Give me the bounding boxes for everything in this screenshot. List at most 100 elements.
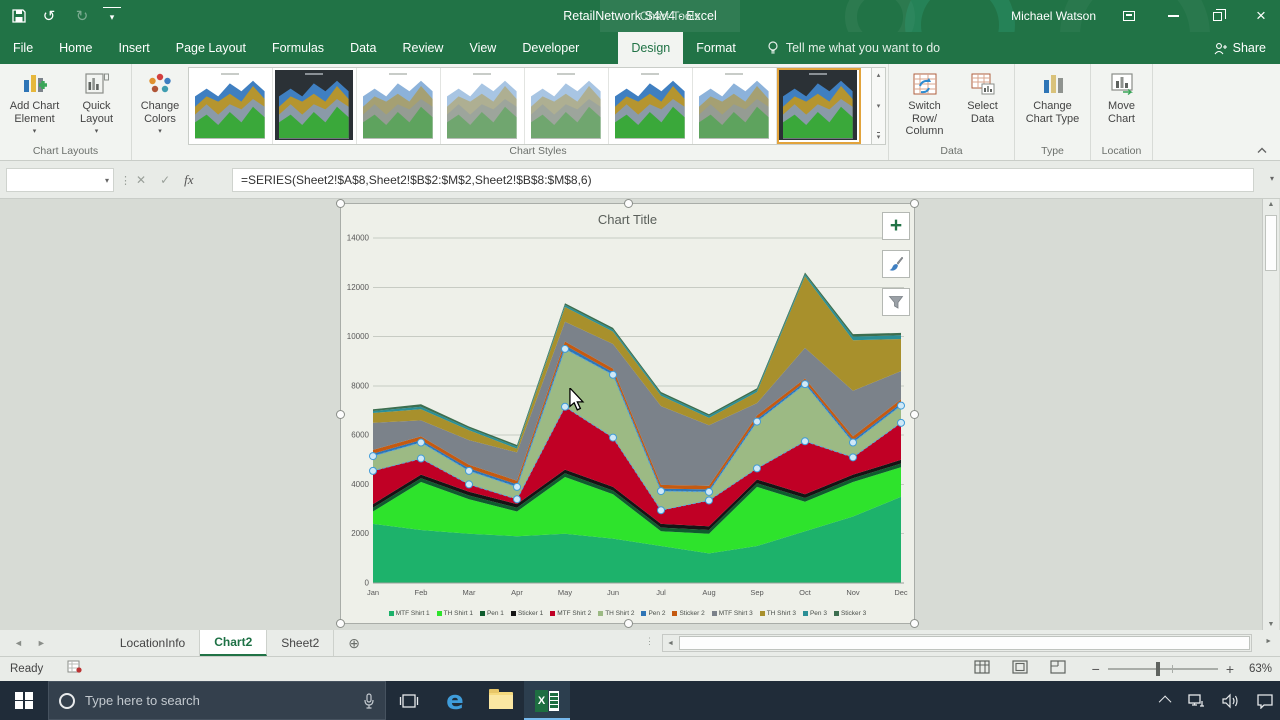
share-button[interactable]: Share: [1214, 32, 1266, 64]
chart-legend[interactable]: MTF Shirt 1 TH Shirt 1 Pen 1 Sticker 1 MTF S…: [341, 610, 914, 617]
quick-layout-button[interactable]: Quick Layout ▾: [67, 69, 127, 137]
tab-page-layout[interactable]: Page Layout: [163, 32, 259, 64]
restore-button[interactable]: [1206, 6, 1228, 26]
tab-splitter[interactable]: ⋮: [645, 636, 655, 647]
move-chart-button[interactable]: Move Chart: [1094, 69, 1150, 127]
formula-bar-collapse-icon[interactable]: ▾: [1270, 174, 1274, 183]
undo-button[interactable]: ↺: [40, 7, 58, 25]
horizontal-scrollbar[interactable]: ◄: [662, 634, 1252, 652]
taskbar-search-input[interactable]: Type here to search: [48, 681, 386, 720]
tab-view[interactable]: View: [456, 32, 509, 64]
switch-row-column-button[interactable]: Switch Row/ Column: [895, 69, 955, 140]
selection-handle[interactable]: [336, 410, 345, 419]
sheet-tab-sheet2[interactable]: Sheet2: [267, 630, 334, 656]
scroll-left-icon[interactable]: ◄: [663, 640, 678, 647]
sheet-tab-locationinfo[interactable]: LocationInfo: [106, 630, 200, 656]
file-explorer-button[interactable]: [478, 681, 524, 720]
tell-me-box[interactable]: Tell me what you want to do: [767, 32, 940, 64]
zoom-out-button[interactable]: −: [1092, 661, 1100, 677]
legend-item[interactable]: Sticker 3: [834, 610, 866, 617]
legend-item[interactable]: TH Shirt 2: [598, 610, 634, 617]
tab-data[interactable]: Data: [337, 32, 389, 64]
name-box[interactable]: ▾: [6, 168, 114, 192]
scroll-right-icon[interactable]: ►: [1265, 638, 1272, 645]
legend-item[interactable]: Pen 2: [641, 610, 665, 617]
selection-handle[interactable]: [336, 199, 345, 208]
ribbon: Add Chart Element ▾ Quick Layout ▾ Chart…: [0, 64, 1280, 161]
selection-handle[interactable]: [910, 199, 919, 208]
normal-view-icon[interactable]: [974, 660, 990, 679]
chart-filters-button[interactable]: [882, 288, 910, 316]
user-name[interactable]: Michael Watson: [1011, 9, 1096, 23]
horizontal-scroll-thumb[interactable]: [679, 636, 1250, 650]
save-icon[interactable]: [10, 7, 28, 25]
legend-item[interactable]: TH Shirt 1: [437, 610, 473, 617]
scroll-up-icon[interactable]: ▲: [1268, 201, 1275, 208]
collapse-ribbon-icon[interactable]: [1256, 146, 1268, 156]
ribbon-display-options-icon[interactable]: [1118, 6, 1140, 26]
close-button[interactable]: ×: [1250, 6, 1272, 26]
tab-format[interactable]: Format: [683, 32, 749, 64]
selection-handle[interactable]: [910, 619, 919, 628]
legend-item[interactable]: MTF Shirt 1: [389, 610, 430, 617]
tab-formulas[interactable]: Formulas: [259, 32, 337, 64]
network-icon[interactable]: [1187, 693, 1205, 709]
minimize-button[interactable]: [1162, 6, 1184, 26]
change-chart-type-button[interactable]: Change Chart Type: [1018, 69, 1088, 127]
sheet-nav-left-icon[interactable]: ◄: [14, 638, 23, 648]
scroll-down-icon[interactable]: ▼: [1268, 621, 1275, 628]
tab-design[interactable]: Design: [618, 32, 683, 64]
legend-item[interactable]: MTF Shirt 3: [712, 610, 753, 617]
sheet-tab-chart2[interactable]: Chart2: [200, 630, 267, 656]
page-break-view-icon[interactable]: [1050, 660, 1066, 679]
zoom-level[interactable]: 63%: [1242, 663, 1272, 675]
macro-record-icon[interactable]: [67, 660, 82, 678]
change-colors-button[interactable]: Change Colors ▾: [133, 69, 187, 137]
start-button[interactable]: [0, 681, 48, 720]
chart-styles-button[interactable]: [882, 250, 910, 278]
zoom-in-button[interactable]: +: [1226, 661, 1234, 677]
cancel-icon[interactable]: ✕: [136, 173, 146, 187]
name-box-dropdown-icon[interactable]: ▾: [105, 176, 109, 185]
legend-item[interactable]: Sticker 1: [511, 610, 543, 617]
enter-check-icon[interactable]: ✓: [160, 173, 170, 187]
legend-item[interactable]: Sticker 2: [672, 610, 704, 617]
insert-function-icon[interactable]: fx: [184, 172, 193, 188]
microphone-icon[interactable]: [363, 693, 375, 709]
selection-handle[interactable]: [624, 199, 633, 208]
add-chart-element-button[interactable]: Add Chart Element ▾: [5, 69, 65, 137]
formula-input[interactable]: =SERIES(Sheet2!$A$8,Sheet2!$B$2:$M$2,She…: [232, 168, 1254, 192]
customize-qat-icon[interactable]: ▾: [103, 7, 121, 25]
zoom-slider[interactable]: [1108, 668, 1218, 670]
formula-bar-splitter[interactable]: ⋮: [120, 171, 131, 189]
sheet-nav-right-icon[interactable]: ►: [37, 638, 46, 648]
redo-button[interactable]: ↻: [73, 7, 91, 25]
tab-developer[interactable]: Developer: [509, 32, 592, 64]
legend-item[interactable]: Pen 3: [803, 610, 827, 617]
tab-home[interactable]: Home: [46, 32, 105, 64]
excel-taskbar-button[interactable]: X: [524, 681, 570, 720]
legend-item[interactable]: Pen 1: [480, 610, 504, 617]
chart-elements-button[interactable]: +: [882, 212, 910, 240]
zoom-slider-thumb[interactable]: [1156, 662, 1160, 676]
selection-handle[interactable]: [624, 619, 633, 628]
legend-item[interactable]: TH Shirt 3: [760, 610, 796, 617]
selection-handle[interactable]: [910, 410, 919, 419]
vertical-scroll-thumb[interactable]: [1265, 215, 1277, 271]
action-center-icon[interactable]: [1256, 693, 1274, 709]
tab-file[interactable]: File: [0, 32, 46, 64]
legend-swatch: [672, 611, 677, 616]
selection-handle[interactable]: [336, 619, 345, 628]
new-sheet-button[interactable]: ⊕: [334, 630, 374, 656]
volume-icon[interactable]: [1221, 693, 1240, 709]
vertical-scrollbar[interactable]: ▲ ▼: [1262, 199, 1279, 630]
tab-insert[interactable]: Insert: [106, 32, 163, 64]
legend-item[interactable]: MTF Shirt 2: [550, 610, 591, 617]
page-layout-view-icon[interactable]: [1012, 660, 1028, 679]
chart-object[interactable]: Chart Title 0200040006000800010000120001…: [340, 203, 915, 624]
tray-expand-icon[interactable]: [1162, 696, 1171, 705]
select-data-button[interactable]: Select Data: [957, 69, 1009, 140]
edge-browser-button[interactable]: e: [432, 681, 478, 720]
tab-review[interactable]: Review: [389, 32, 456, 64]
task-view-button[interactable]: [386, 681, 432, 720]
